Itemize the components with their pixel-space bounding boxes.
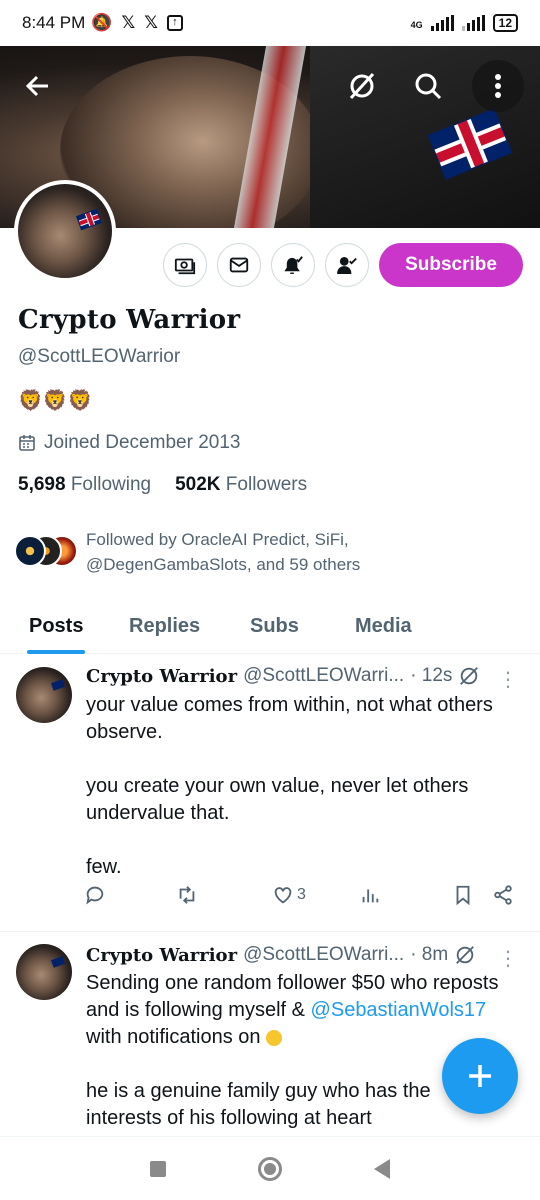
avatar	[14, 535, 46, 567]
post-author-name[interactable]: Crypto Warrior	[86, 666, 237, 687]
profile-avatar[interactable]	[14, 180, 116, 282]
muted-bell-icon: 🔕	[91, 13, 113, 32]
post-paragraph: your value comes from within, not what o…	[86, 694, 493, 743]
status-time: 8:44 PM	[22, 13, 86, 32]
joined-date: Joined December 2013	[18, 432, 240, 454]
share-button[interactable]	[492, 884, 514, 906]
follow-stats: 5,698 Following 502K Followers	[18, 474, 307, 496]
post-time: · 8m	[410, 944, 449, 965]
followers-label: Followers	[225, 474, 308, 495]
post-more-icon[interactable]: ⋮	[498, 667, 518, 692]
followed-by-avatars	[14, 535, 78, 571]
more-options-button[interactable]	[472, 60, 524, 112]
grok-icon[interactable]	[454, 944, 476, 966]
post-paragraph: few.	[86, 856, 122, 878]
notifications-button[interactable]	[271, 243, 315, 287]
repost-button[interactable]	[176, 884, 198, 906]
more-vertical-icon	[495, 74, 501, 98]
user-check-icon	[337, 256, 357, 274]
emoji-icon	[266, 1029, 283, 1046]
status-notification-icons: 🔕 𝕏 𝕏 ↑	[91, 13, 183, 33]
post-more-icon[interactable]: ⋮	[498, 946, 518, 971]
following-count: 5,698	[18, 474, 66, 495]
followed-by[interactable]: Followed by OracleAI Predict, SiFi, @Deg…	[14, 527, 426, 577]
post-item[interactable]: Crypto Warrior @ScottLEOWarri... · 12s ⋮…	[0, 655, 540, 931]
post-author-name[interactable]: Crypto Warrior	[86, 945, 237, 966]
plus-icon	[469, 1065, 491, 1087]
union-jack-flag-icon	[50, 956, 66, 968]
arrow-left-icon	[25, 75, 48, 97]
followers-stat[interactable]: 502K Followers	[175, 474, 307, 496]
tip-button[interactable]	[163, 243, 207, 287]
post-text-segment: he is a genuine family guy who has the	[86, 1080, 431, 1102]
upload-icon: ↑	[166, 15, 183, 31]
grok-button[interactable]	[336, 60, 388, 112]
system-navigation-bar	[0, 1136, 540, 1200]
grok-icon[interactable]	[458, 665, 480, 687]
recents-button[interactable]	[150, 1160, 166, 1177]
bookmark-icon	[456, 885, 470, 906]
post-text: your value comes from within, not what o…	[86, 692, 526, 881]
joined-text: Joined December 2013	[44, 432, 241, 453]
post-header: Crypto Warrior @ScottLEOWarri... · 12s	[86, 665, 480, 687]
reply-icon	[86, 886, 104, 905]
search-button[interactable]	[402, 60, 454, 112]
status-system-icons: 4G 12	[411, 14, 518, 32]
profile-display-name: Crypto Warrior	[18, 305, 241, 335]
post-author-handle: @ScottLEOWarri...	[243, 665, 405, 686]
following-stat[interactable]: 5,698 Following	[18, 474, 151, 496]
tab-media[interactable]: Media	[355, 598, 412, 654]
envelope-icon	[229, 257, 249, 273]
bell-check-icon	[284, 256, 303, 274]
search-icon	[415, 73, 442, 100]
profile-bio: 🦁🦁🦁	[18, 390, 93, 412]
subscribe-button[interactable]: Subscribe	[379, 243, 523, 287]
post-paragraph: you create your own value, never let oth…	[86, 775, 469, 824]
money-icon	[174, 258, 196, 275]
post-time: · 12s	[410, 665, 453, 686]
tab-posts[interactable]: Posts	[26, 598, 86, 654]
followers-count: 502K	[175, 474, 221, 495]
status-bar: 8:44 PM 🔕 𝕏 𝕏 ↑ 4G 12	[0, 0, 540, 46]
post-paragraph: Sending one random follower $50 who repo…	[86, 970, 526, 1051]
back-button[interactable]	[12, 60, 64, 112]
home-button[interactable]	[258, 1156, 282, 1181]
post-header: Crypto Warrior @ScottLEOWarri... · 8m	[86, 944, 476, 966]
post-text-segment: with notifications on	[86, 1026, 261, 1048]
profile-tabs: Posts Replies Subs Media	[0, 598, 540, 654]
post-author-handle: @ScottLEOWarri...	[243, 944, 405, 965]
followed-by-text: Followed by OracleAI Predict, SiFi, @Deg…	[86, 530, 361, 574]
tab-subs[interactable]: Subs	[250, 598, 299, 654]
repost-icon	[179, 886, 195, 904]
back-nav-button[interactable]	[374, 1158, 390, 1179]
reply-button[interactable]	[84, 884, 106, 906]
signal-icon	[430, 15, 454, 31]
like-button[interactable]: 3	[272, 884, 306, 906]
compose-button[interactable]	[442, 1038, 518, 1114]
heart-icon	[274, 887, 292, 904]
signal-icon	[461, 15, 485, 31]
views-icon	[362, 889, 379, 903]
calendar-icon	[19, 435, 35, 451]
tab-replies[interactable]: Replies	[129, 598, 200, 654]
mention-link[interactable]: @SebastianWols17	[311, 999, 487, 1021]
x-logo-icon: 𝕏	[121, 13, 136, 33]
bookmark-button[interactable]	[452, 884, 474, 906]
post-text-segment: interests of his following at heart	[86, 1107, 372, 1129]
avatar[interactable]	[16, 944, 72, 1000]
union-jack-flag-icon	[76, 208, 102, 231]
message-button[interactable]	[217, 243, 261, 287]
x-logo-icon: 𝕏	[144, 13, 158, 33]
like-count: 3	[297, 886, 306, 903]
grok-icon	[349, 72, 375, 100]
views-button[interactable]	[359, 884, 381, 906]
battery-icon: 12	[492, 14, 518, 32]
avatar[interactable]	[16, 667, 72, 723]
profile-handle: @ScottLEOWarrior	[18, 346, 181, 367]
network-label: 4G	[410, 20, 423, 30]
union-jack-flag-icon	[50, 679, 66, 691]
following-label: Following	[70, 474, 152, 495]
share-icon	[494, 885, 512, 905]
following-button[interactable]	[325, 243, 369, 287]
